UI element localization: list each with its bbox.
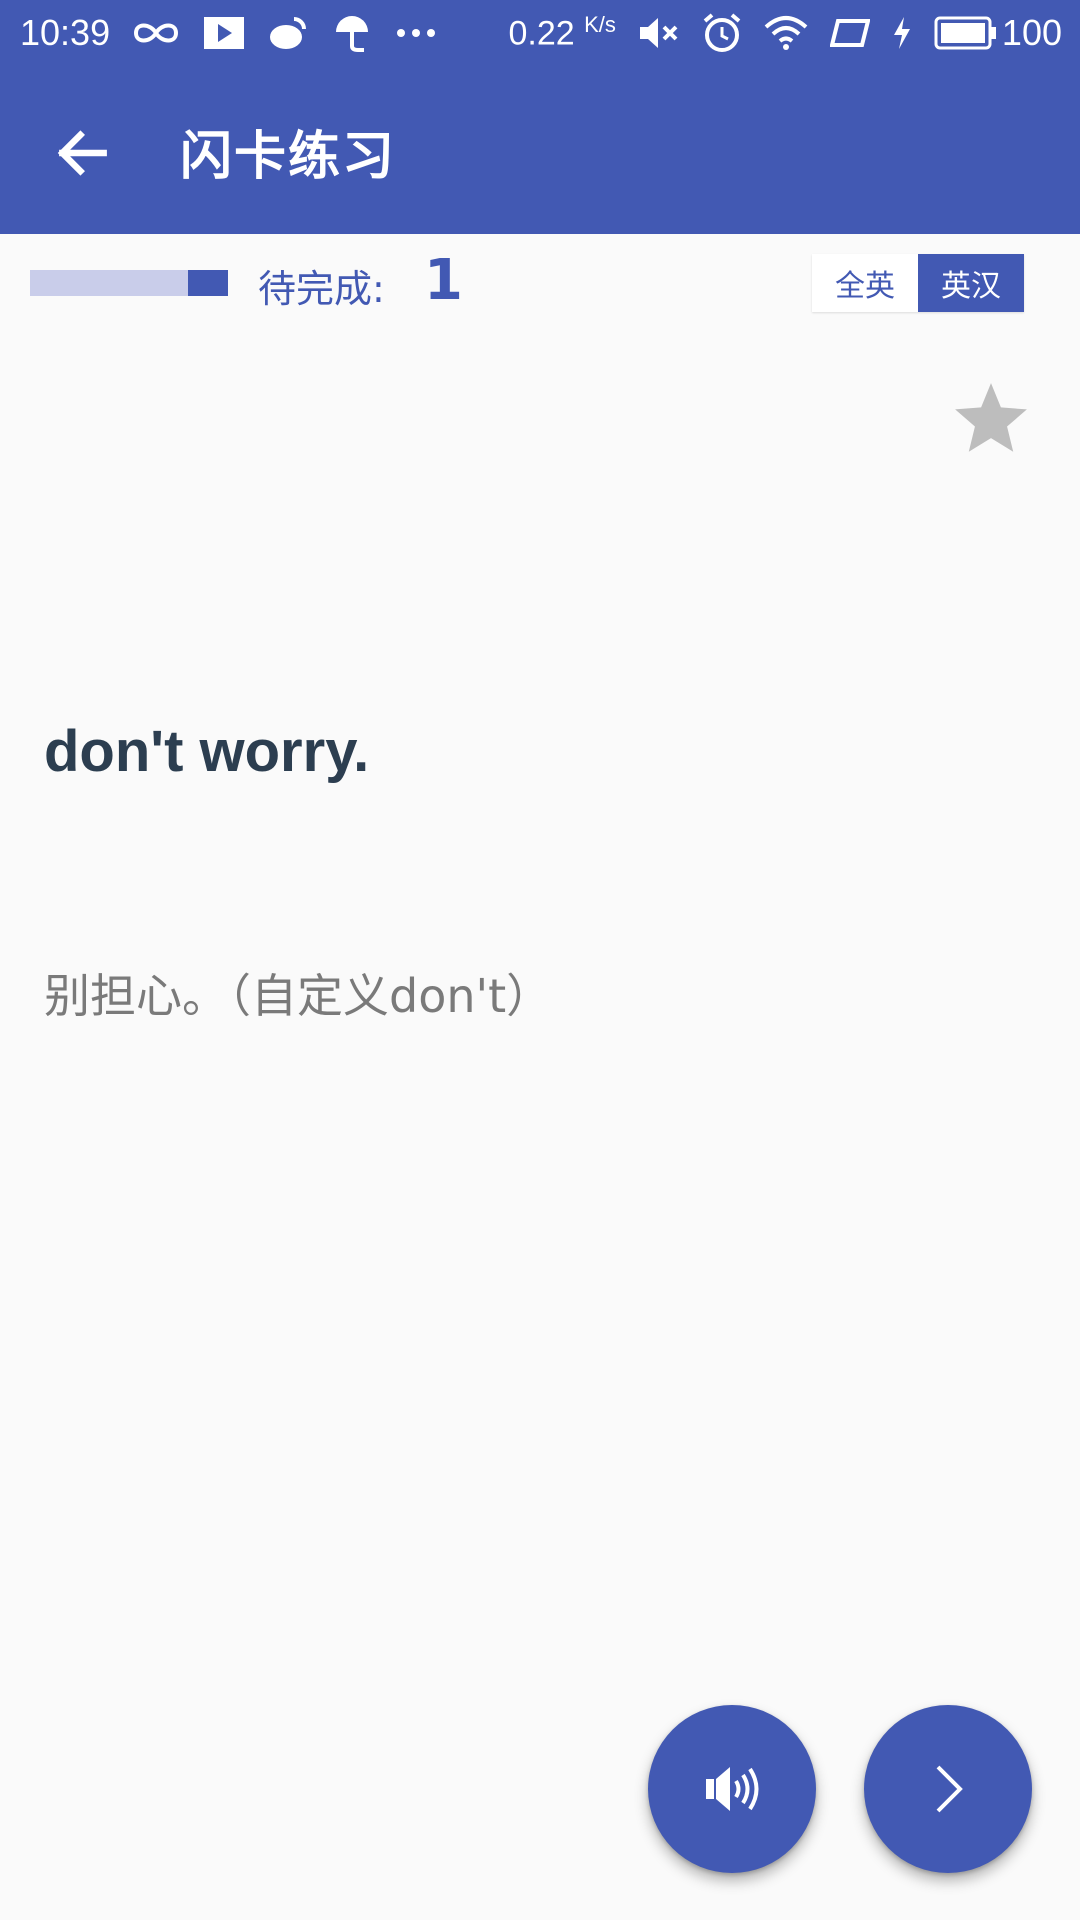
weibo-icon [270,17,307,49]
flashcard-meaning: 别担心。（自定义don't） [44,969,553,1023]
battery-indicator: 100 [934,12,1062,54]
progress-bar [30,270,228,296]
arrow-back-icon[interactable] [52,122,114,184]
mode-toggle: 全英 英汉 [812,254,1024,312]
page-title: 闪卡练习 [180,127,397,187]
flashcard-word: don't worry. [44,719,370,784]
app-bar: 闪卡练习 [0,66,1080,234]
pending-label: 待完成: [258,267,385,311]
progress-bar-fill [188,270,228,296]
chevron-right-icon [936,1765,963,1813]
speaker-icon [706,1767,759,1811]
infinity-icon [134,23,179,43]
alarm-icon [703,13,741,52]
system-icons: 0.22 K/s 100 [508,12,1062,54]
battery-level: 100 [1001,12,1062,53]
pending-count: 1 [424,248,463,313]
screen-rotate-icon [829,19,870,47]
charging-icon [893,17,910,49]
status-time: 10:39 [20,12,111,53]
umbrella-icon [336,16,369,52]
play-icon [204,17,245,49]
mute-icon [639,18,678,48]
wifi-icon [764,16,808,50]
star-icon[interactable] [950,378,1032,460]
network-speed: 0.22 K/s [508,12,616,53]
play-sound-button[interactable] [648,1705,816,1873]
status-bar: 10:39 0.22 K/s 100 [0,0,1080,66]
next-card-button[interactable] [864,1705,1032,1873]
more-dots-icon [397,29,436,37]
notification-icons [132,14,436,52]
mode-english-chinese-button[interactable]: 英汉 [918,254,1024,312]
battery-icon [934,16,996,50]
mode-english-only-button[interactable]: 全英 [812,254,918,312]
